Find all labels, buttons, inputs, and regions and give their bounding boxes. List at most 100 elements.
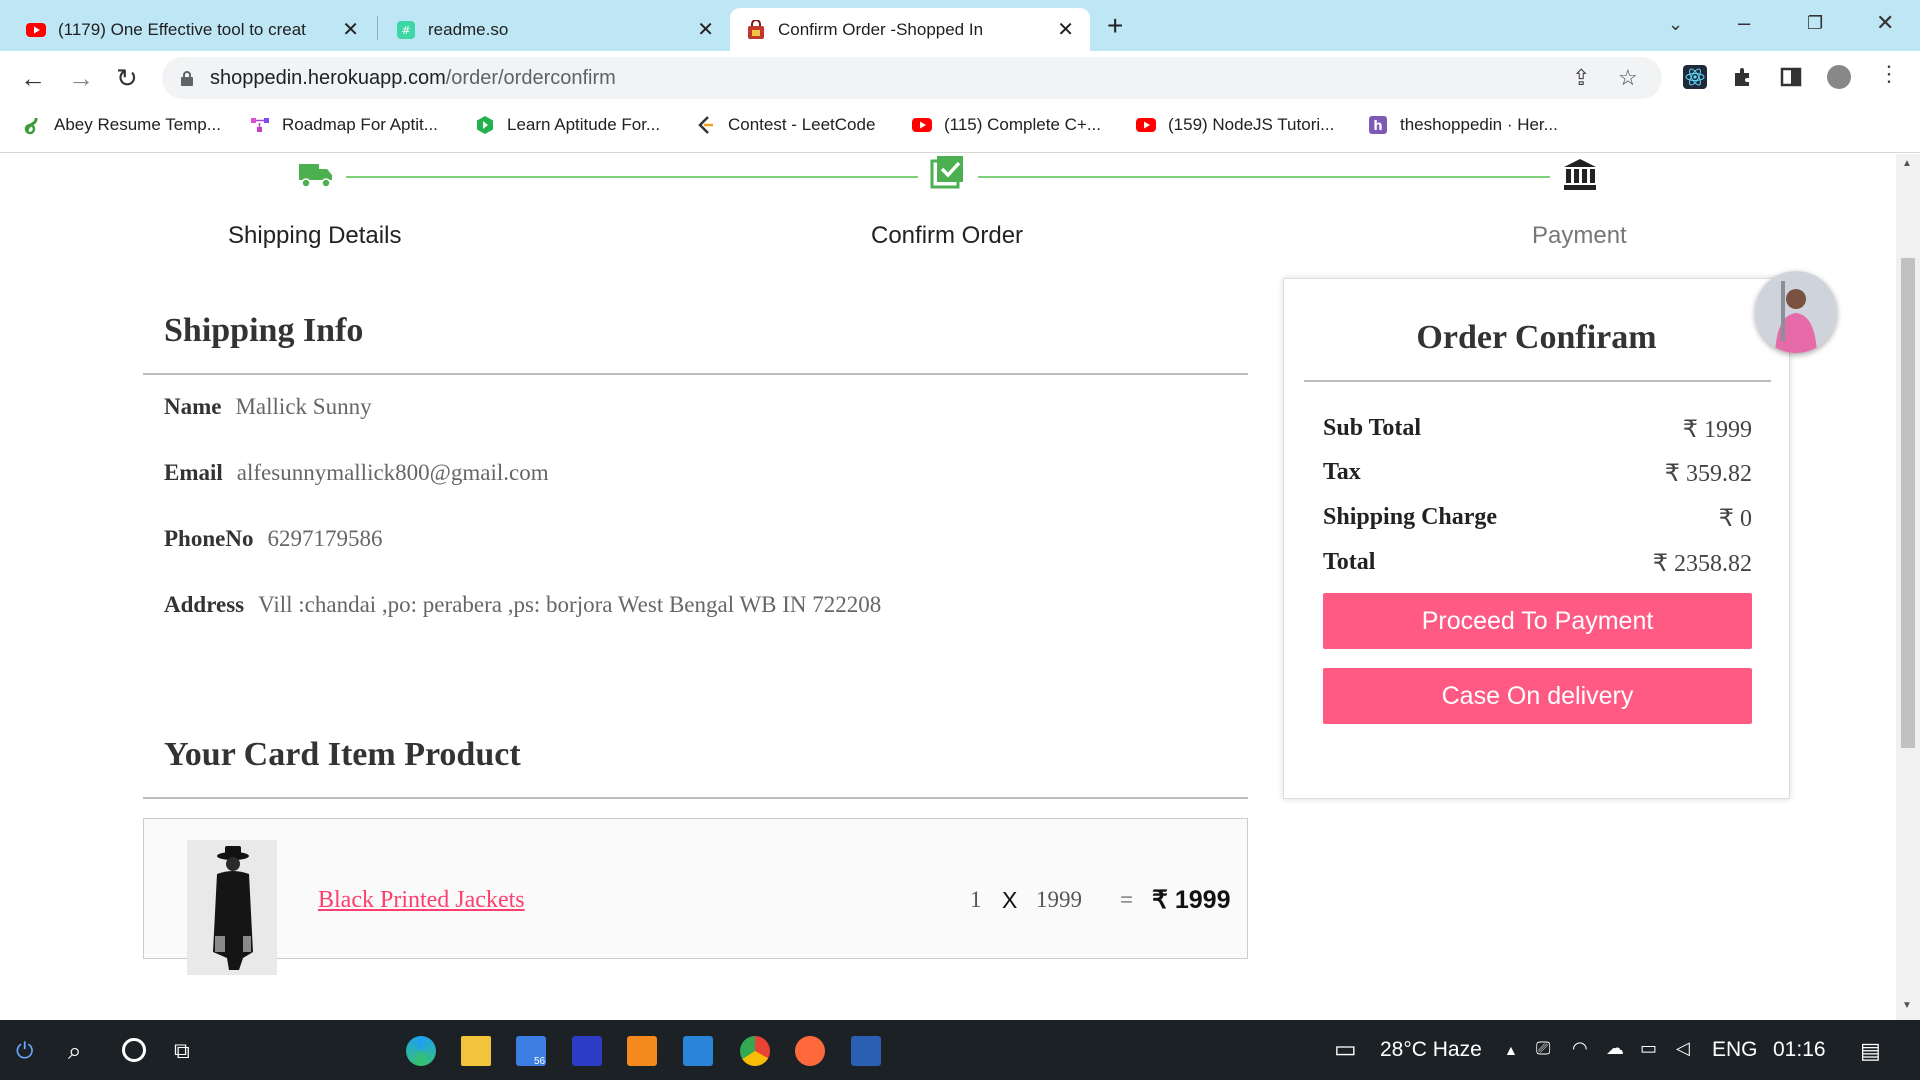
proceed-to-payment-button[interactable]: Proceed To Payment: [1323, 593, 1752, 649]
product-image: [187, 840, 277, 975]
resume-icon: [24, 117, 38, 135]
aptitude-icon: [477, 116, 493, 134]
email-row: Email alfesunnymallick800@gmail.com: [164, 460, 549, 486]
postman-like-icon[interactable]: [572, 1036, 602, 1066]
profile-avatar[interactable]: [1827, 65, 1851, 89]
search-icon[interactable]: ⌕: [68, 1038, 81, 1066]
battery-icon[interactable]: ▭: [1640, 1038, 1657, 1059]
divider: [1304, 380, 1771, 382]
new-tab-button[interactable]: +: [1107, 10, 1123, 42]
total-value: ₹ 2358.82: [1652, 551, 1752, 577]
meet-now-icon[interactable]: ⎚: [1536, 1038, 1550, 1059]
close-tab-icon[interactable]: ✕: [1057, 17, 1074, 42]
bookmark-item[interactable]: Learn Aptitude For...: [475, 115, 660, 135]
file-explorer-icon[interactable]: [461, 1036, 491, 1066]
tab-title: readme.so: [428, 19, 509, 39]
address-row: Address Vill :chandai ,po: perabera ,ps:…: [164, 592, 881, 618]
subtotal-value: ₹ 1999: [1682, 417, 1752, 443]
tab-confirm-order[interactable]: Confirm Order -Shopped In ✕: [730, 8, 1090, 51]
divider: [143, 373, 1248, 375]
readme-icon: #: [397, 20, 415, 39]
tray-expand-icon[interactable]: ▲: [1504, 1042, 1518, 1058]
page-content: Shipping Details Confirm Order Payment S…: [0, 154, 1920, 1020]
word-icon[interactable]: [851, 1036, 881, 1066]
menu-kebab-icon[interactable]: ⋮: [1878, 61, 1900, 87]
restore-button[interactable]: ❐: [1807, 13, 1823, 34]
step-label-payment: Payment: [1532, 222, 1627, 249]
close-tab-icon[interactable]: ✕: [697, 17, 714, 42]
wifi-icon[interactable]: ◠: [1572, 1038, 1588, 1059]
react-devtools-icon[interactable]: [1683, 65, 1707, 89]
extensions-puzzle-icon[interactable]: [1731, 65, 1755, 89]
tab-readme[interactable]: # readme.so ✕: [380, 8, 730, 51]
svg-text:#: #: [401, 24, 410, 37]
back-button[interactable]: ←: [20, 63, 46, 94]
reload-button[interactable]: ↻: [116, 63, 138, 94]
share-icon[interactable]: ⇪: [1572, 65, 1590, 91]
sublime-icon[interactable]: [627, 1036, 657, 1066]
volume-icon[interactable]: ◁: [1676, 1038, 1690, 1059]
youtube-icon: [1136, 118, 1156, 132]
vscode-icon[interactable]: [683, 1036, 713, 1066]
address-bar[interactable]: shoppedin.herokuapp.com/order/orderconfi…: [162, 57, 1662, 99]
postman-icon[interactable]: [795, 1036, 825, 1066]
weather-text[interactable]: 28°C Haze: [1380, 1038, 1482, 1062]
phone-value: 6297179586: [267, 526, 383, 551]
total-row: Total ₹ 2358.82: [1323, 549, 1752, 578]
tab-title: Confirm Order -Shopped In: [778, 19, 984, 39]
shipping-charge-row: Shipping Charge ₹ 0: [1323, 504, 1752, 533]
email-label: Email: [164, 460, 223, 485]
chrome-icon[interactable]: [740, 1036, 770, 1066]
name-value: Mallick Sunny: [235, 394, 372, 419]
subtotal-row: Sub Total ₹ 1999: [1323, 415, 1752, 444]
bookmark-item[interactable]: Roadmap For Aptit...: [250, 115, 438, 135]
truck-icon: [299, 164, 332, 188]
tax-label: Tax: [1323, 459, 1361, 485]
checklist-icon: [930, 156, 963, 189]
weather-icon[interactable]: ▭: [1334, 1035, 1357, 1064]
language-indicator[interactable]: ENG: [1712, 1038, 1758, 1062]
tax-row: Tax ₹ 359.82: [1323, 459, 1752, 488]
shop-bag-icon: [748, 19, 764, 39]
minimize-button[interactable]: –: [1738, 10, 1750, 36]
close-tab-icon[interactable]: ✕: [342, 17, 359, 42]
tab-search-icon[interactable]: ⌄: [1668, 14, 1683, 35]
svg-text:h: h: [1373, 119, 1382, 134]
shipping-info-title: Shipping Info: [164, 312, 364, 349]
step-label-shipping: Shipping Details: [228, 222, 402, 249]
bookmark-item[interactable]: (115) Complete C+...: [912, 115, 1101, 135]
bookmark-item[interactable]: Abey Resume Temp...: [22, 115, 221, 135]
notifications-icon[interactable]: ▤: [1860, 1038, 1881, 1064]
order-summary-title: Order Confiram: [1416, 319, 1657, 356]
browser-toolbar: ← → ↻ shoppedin.herokuapp.com/order/orde…: [0, 51, 1920, 107]
url-text: shoppedin.herokuapp.com/order/orderconfi…: [210, 66, 616, 89]
cash-on-delivery-button[interactable]: Case On delivery: [1323, 668, 1752, 724]
scroll-up-icon[interactable]: ▲: [1902, 158, 1912, 169]
page-scrollbar[interactable]: ▲ ▼: [1896, 154, 1920, 1020]
product-name-link[interactable]: Black Printed Jackets: [318, 887, 525, 914]
name-row: Name Mallick Sunny: [164, 394, 372, 420]
close-window-button[interactable]: ✕: [1876, 10, 1894, 36]
task-view-icon[interactable]: ⧉: [174, 1038, 190, 1064]
tab-youtube[interactable]: (1179) One Effective tool to creat ✕: [10, 8, 375, 51]
clock[interactable]: 01:16: [1773, 1038, 1826, 1062]
bookmark-item[interactable]: h theshoppedin · Her...: [1368, 115, 1558, 135]
cortana-icon[interactable]: [122, 1038, 146, 1062]
edge-icon[interactable]: [406, 1036, 436, 1066]
onedrive-icon[interactable]: ☁: [1606, 1038, 1624, 1059]
user-avatar[interactable]: [1755, 271, 1837, 353]
scroll-down-icon[interactable]: ▼: [1902, 1000, 1912, 1011]
product-price: 1999: [1036, 887, 1082, 912]
side-panel-icon[interactable]: [1779, 65, 1803, 89]
step-label-confirm: Confirm Order: [871, 222, 1024, 249]
power-icon[interactable]: ⏻: [16, 1038, 33, 1064]
shipping-charge-label: Shipping Charge: [1323, 504, 1498, 530]
windows-taskbar: ⏻ ⌕ ⧉ 56 ▭ 28°C Haze ▲ ⎚ ◠ ☁ ▭ ◁ ENG 01:…: [0, 1020, 1920, 1080]
bookmark-item[interactable]: (159) NodeJS Tutori...: [1136, 115, 1334, 135]
bookmark-item[interactable]: Contest - LeetCode: [696, 115, 875, 135]
name-label: Name: [164, 394, 222, 419]
scroll-thumb[interactable]: [1901, 258, 1915, 748]
forward-button[interactable]: →: [68, 63, 94, 94]
lock-icon: [181, 71, 193, 86]
bookmark-star-icon[interactable]: ☆: [1618, 65, 1638, 91]
